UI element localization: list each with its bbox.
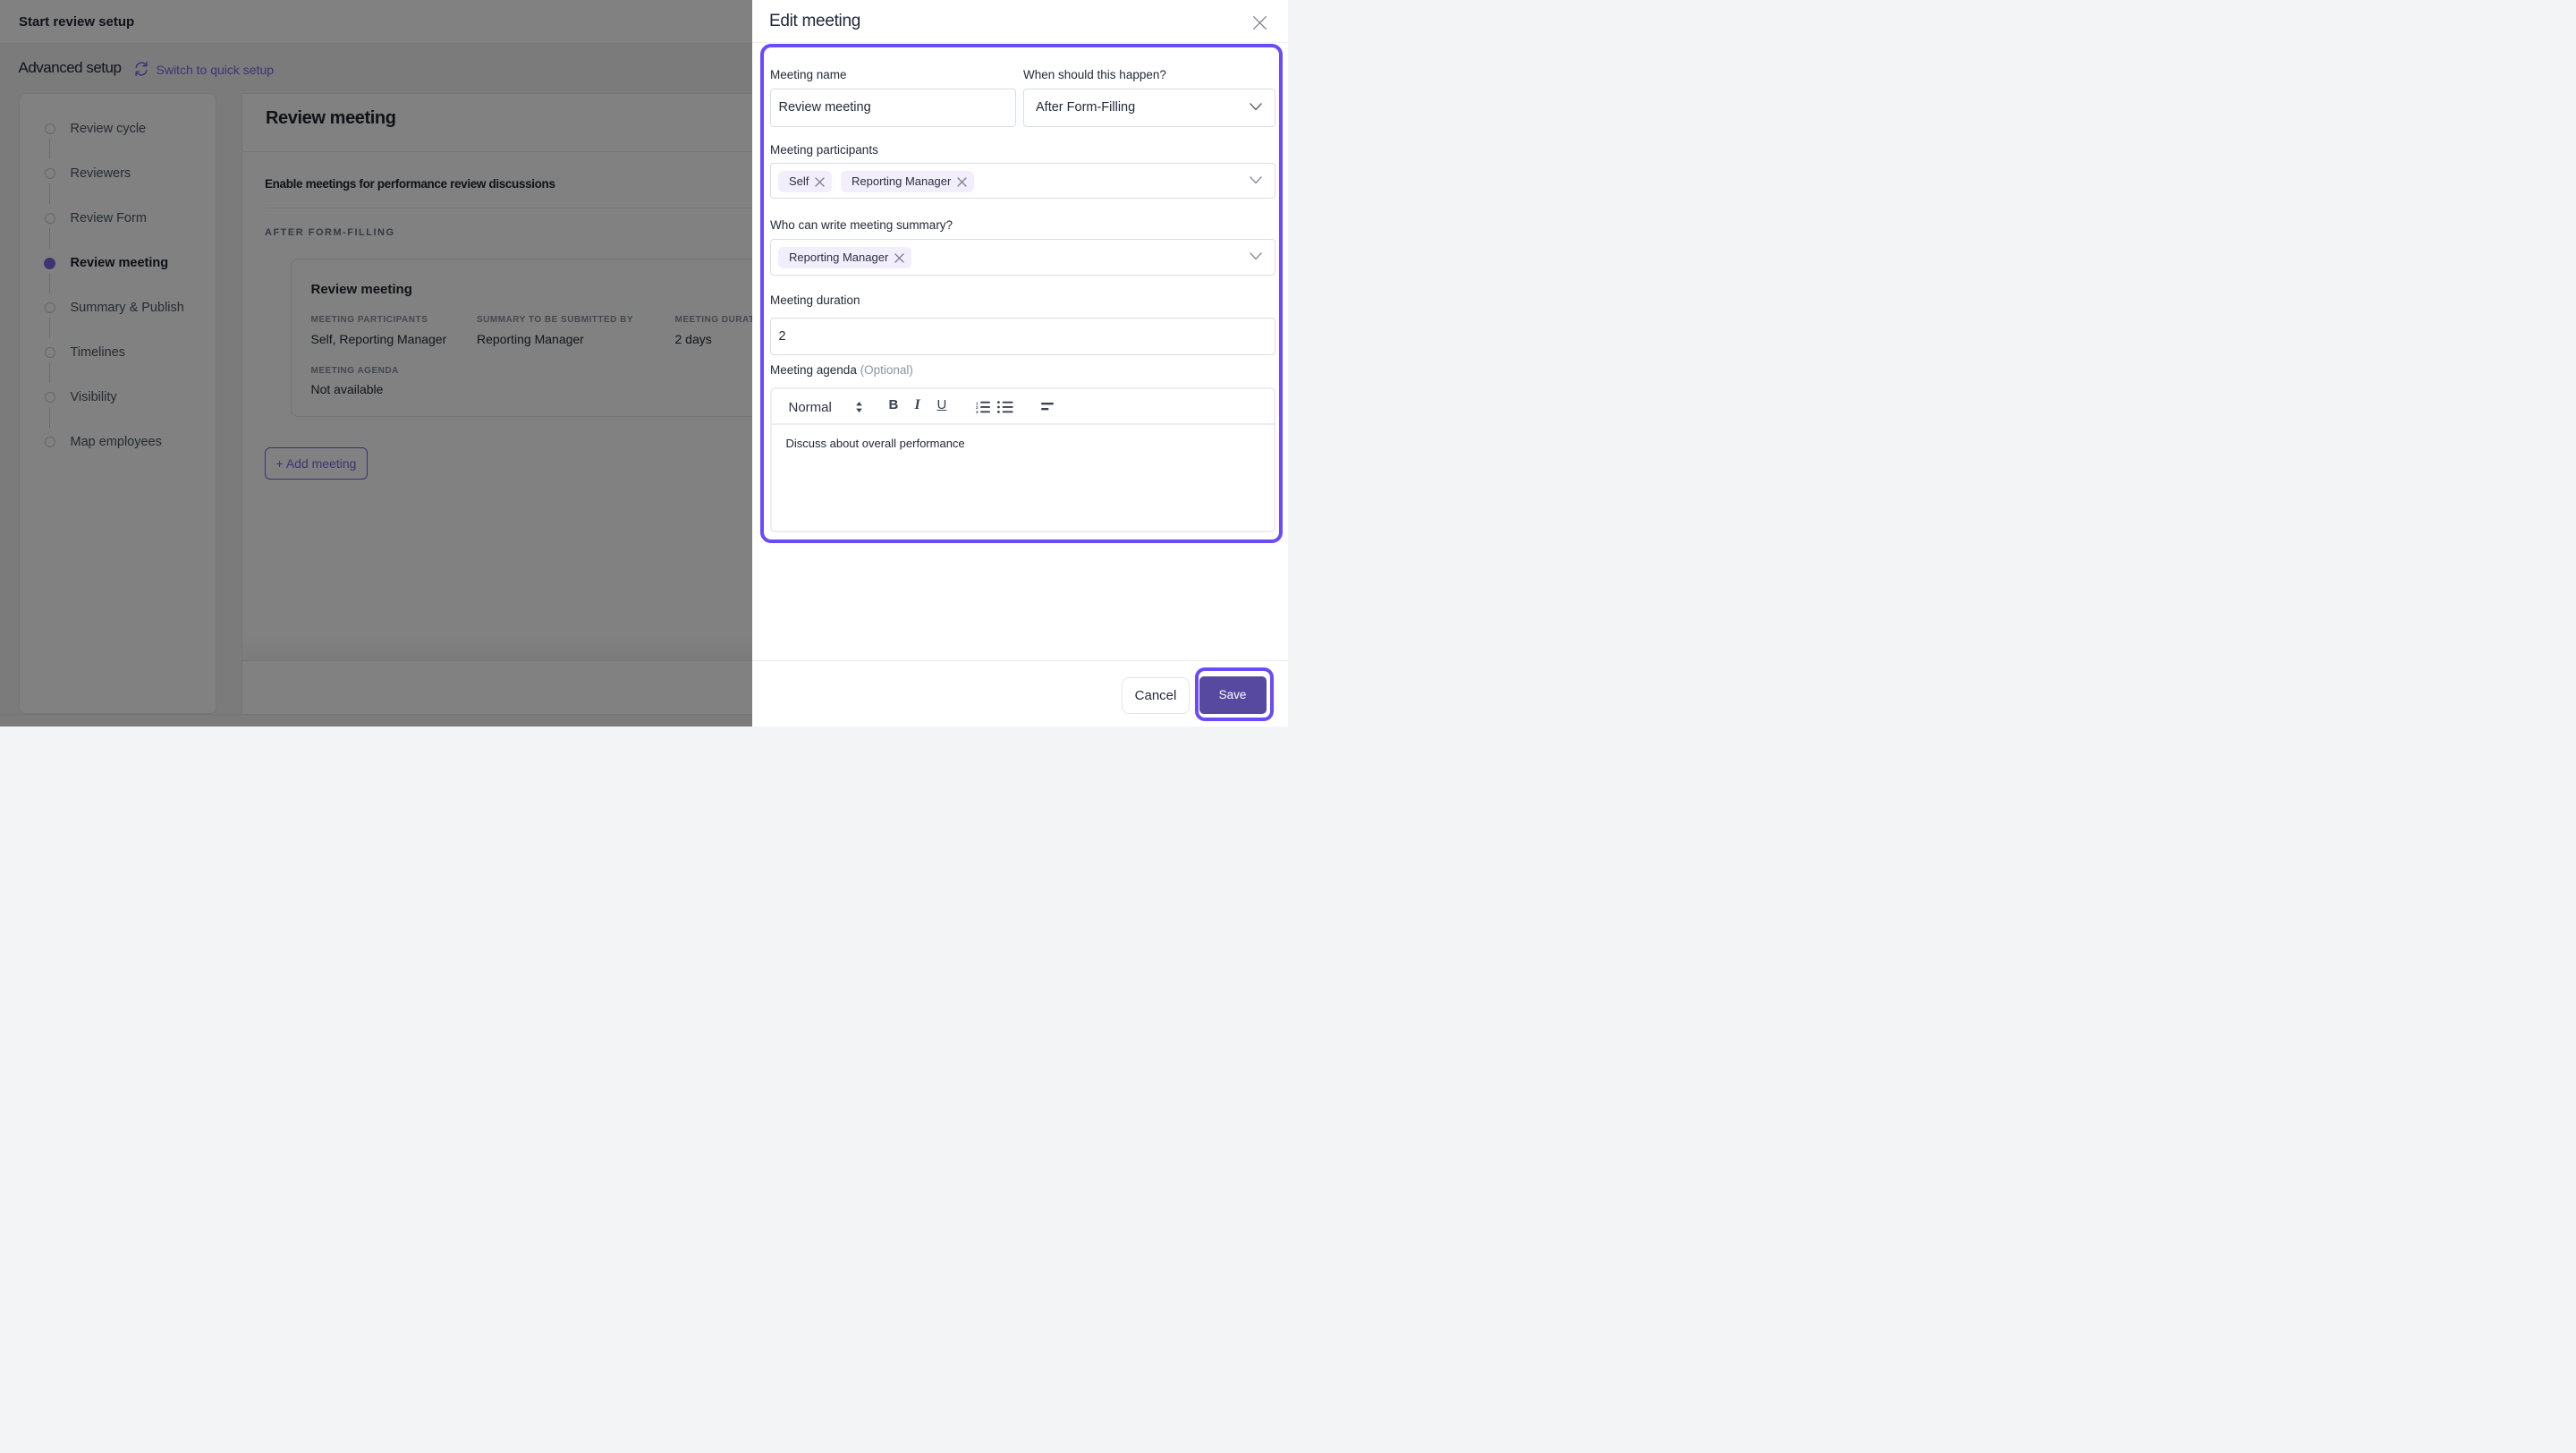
svg-text:3: 3 — [976, 410, 979, 413]
